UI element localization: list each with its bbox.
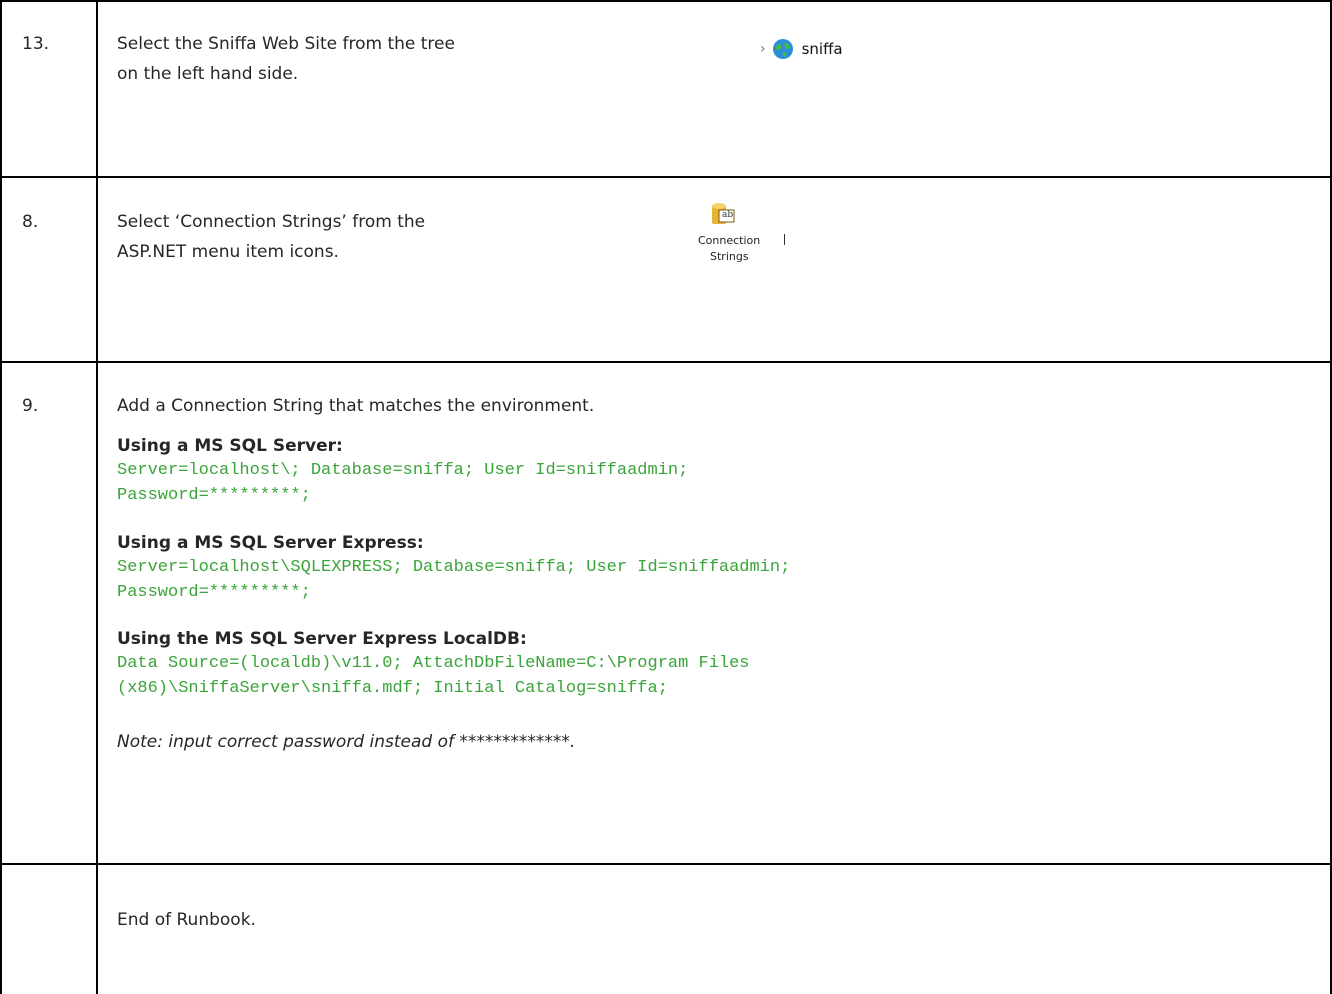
block-heading: Using a MS SQL Server Express: bbox=[117, 533, 424, 553]
table-left-border bbox=[0, 0, 2, 994]
icon-caption-line: Connection bbox=[698, 234, 761, 247]
block-heading: Using the MS SQL Server Express LocalDB: bbox=[117, 629, 527, 649]
code-line: Password=*********; bbox=[117, 486, 311, 505]
globe-icon bbox=[772, 39, 793, 59]
column-divider bbox=[96, 0, 98, 994]
block-heading: Using a MS SQL Server: bbox=[117, 436, 343, 456]
connection-strings-figure: ab Connection Strings bbox=[698, 200, 808, 290]
neighbor-icon-fragment bbox=[784, 234, 785, 245]
icon-badge-text: ab bbox=[722, 210, 734, 220]
code-line: (x86)\SniffaServer\sniffa.mdf; Initial C… bbox=[117, 679, 668, 698]
row-divider bbox=[0, 361, 1332, 363]
step-text-line: ASP.NET menu item icons. bbox=[117, 242, 339, 262]
runbook-table: 13. Select the Sniffa Web Site from the … bbox=[0, 0, 1332, 994]
step-text-line: Select ‘Connection Strings’ from the bbox=[117, 212, 426, 232]
step-text-line: Add a Connection String that matches the… bbox=[117, 396, 595, 416]
step-text-line: End of Runbook. bbox=[117, 910, 256, 930]
code-line: Password=*********; bbox=[117, 583, 311, 602]
step-text-line: Select the Sniffa Web Site from the tree bbox=[117, 34, 455, 54]
row-divider bbox=[0, 176, 1332, 178]
icon-caption-line: Strings bbox=[710, 250, 749, 263]
code-line: Data Source=(localdb)\v11.0; AttachDbFil… bbox=[117, 654, 750, 673]
table-top-border bbox=[0, 0, 1332, 2]
step-number: 8. bbox=[22, 212, 39, 232]
tree-node-label: sniffa bbox=[801, 40, 843, 58]
chevron-right-icon: › bbox=[760, 41, 766, 57]
step-text-line: on the left hand side. bbox=[117, 64, 299, 84]
step-number: 13. bbox=[22, 34, 50, 54]
code-line: Server=localhost\SQLEXPRESS; Database=sn… bbox=[117, 558, 791, 577]
tree-node-figure: › sniffa bbox=[760, 34, 843, 64]
step-number: 9. bbox=[22, 396, 39, 416]
code-line: Server=localhost\; Database=sniffa; User… bbox=[117, 461, 689, 480]
password-note: Note: input correct password instead of … bbox=[117, 732, 576, 752]
row-divider bbox=[0, 863, 1332, 865]
